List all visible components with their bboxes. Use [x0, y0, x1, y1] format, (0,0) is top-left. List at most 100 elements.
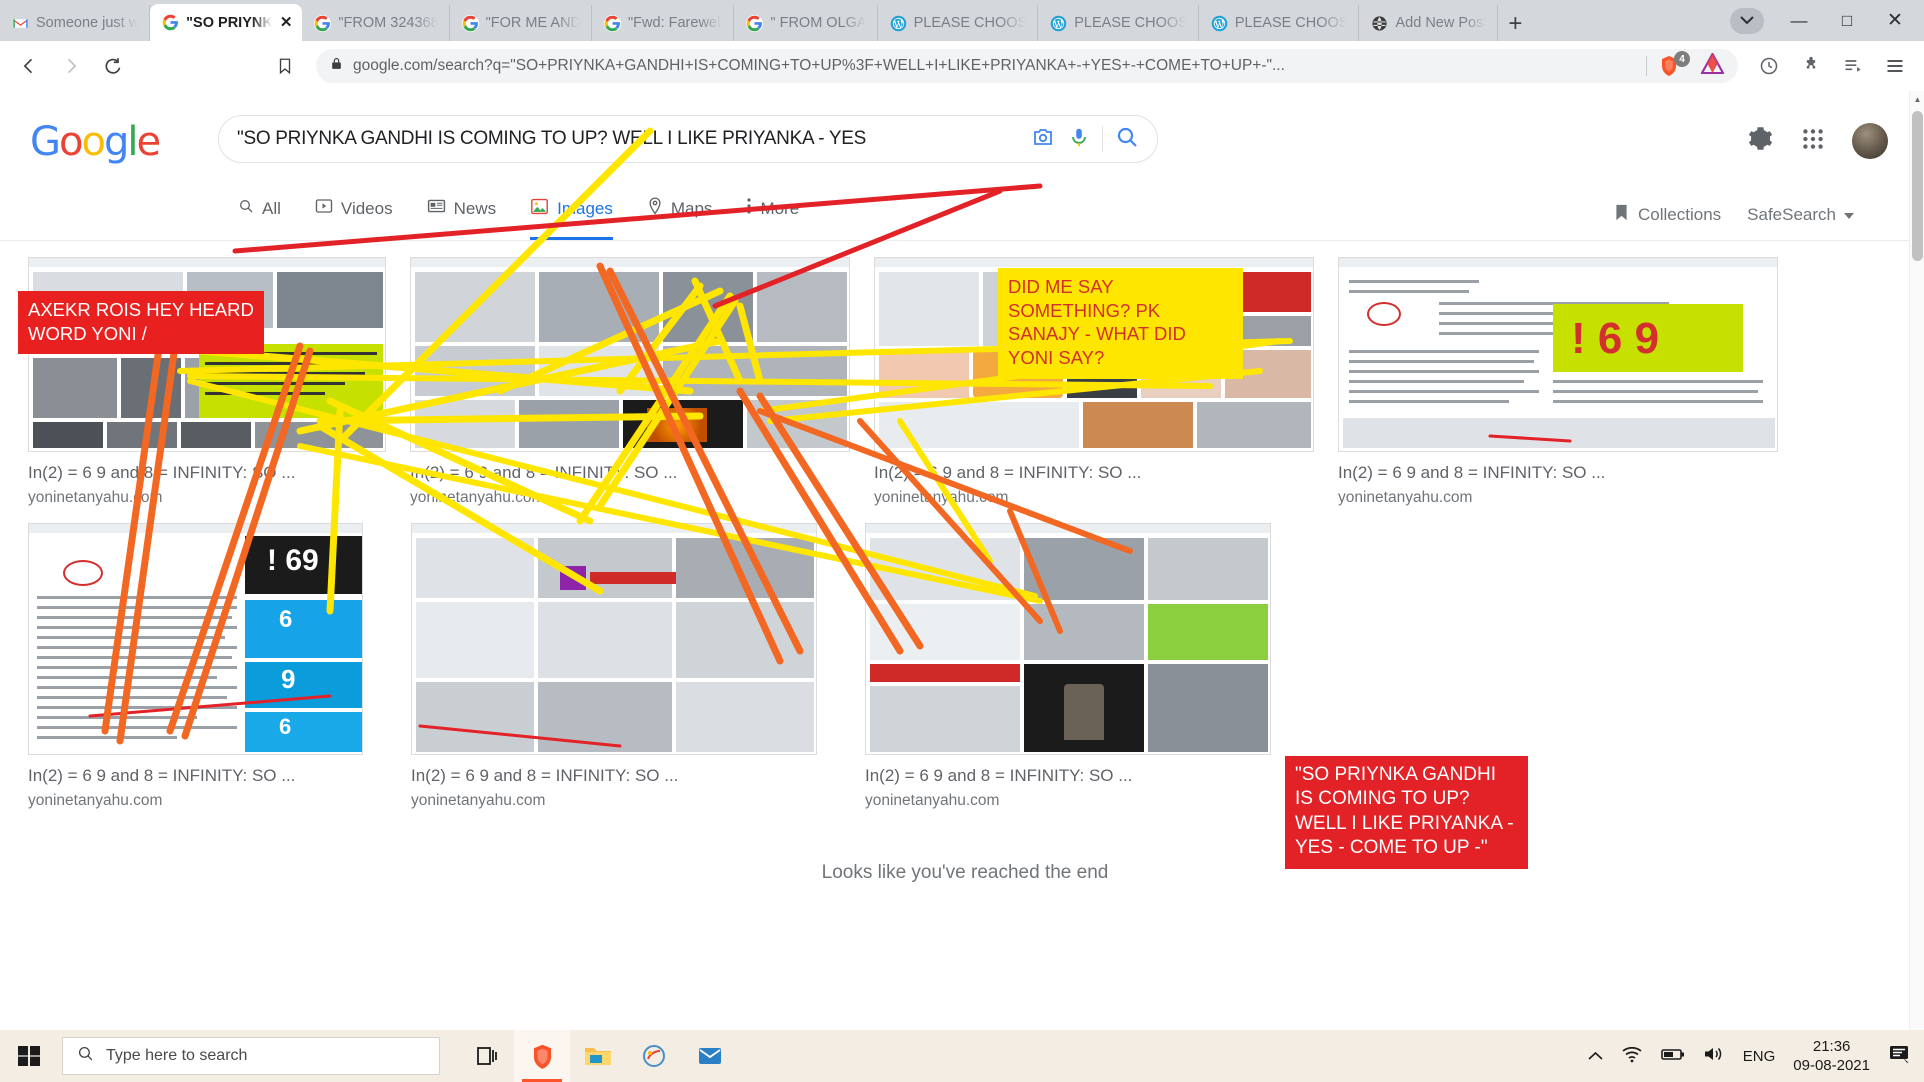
notification-icon[interactable]	[1888, 1043, 1912, 1069]
chevron-down-icon[interactable]	[1730, 7, 1764, 34]
result-title[interactable]: In(2) = 6 9 and 8 = INFINITY: SO ...	[28, 766, 363, 786]
result-thumbnail[interactable]: ! 6 9	[1338, 257, 1778, 452]
result-title[interactable]: In(2) = 6 9 and 8 = INFINITY: SO ...	[28, 463, 386, 483]
divider	[1102, 126, 1103, 152]
result-thumbnail[interactable]	[411, 523, 817, 755]
reading-list-icon[interactable]	[1834, 47, 1872, 85]
paint-icon[interactable]	[626, 1030, 682, 1082]
search-input[interactable]: "SO PRIYNKA GANDHI IS COMING TO UP? WELL…	[237, 128, 1018, 150]
address-bar[interactable]: google.com/search?q="SO+PRIYNKA+GANDHI+I…	[316, 49, 1738, 83]
gear-icon[interactable]	[1747, 125, 1774, 157]
tab-videos[interactable]: Videos	[315, 189, 393, 240]
menu-icon[interactable]	[1876, 47, 1914, 85]
browser-tab[interactable]: PLEASE CHOOS	[1199, 5, 1360, 41]
google-logo[interactable]: Google	[30, 119, 161, 165]
browser-tab[interactable]: Add New Post	[1359, 5, 1499, 41]
result-domain: yoninetanyahu.com	[28, 489, 163, 506]
safesearch-button[interactable]: SafeSearch	[1747, 205, 1854, 225]
globe-icon	[1371, 15, 1388, 32]
tab-more[interactable]: More	[746, 189, 799, 240]
avatar[interactable]	[1852, 123, 1888, 159]
image-result-card[interactable]: In(2) = 6 9 and 8 = INFINITY: SO ... yon…	[410, 257, 850, 507]
file-explorer-icon[interactable]	[570, 1030, 626, 1082]
close-window-button[interactable]: ✕	[1872, 0, 1918, 41]
image-result-card[interactable]: In(2) = 6 9 and 8 = INFINITY: SO ... yon…	[865, 523, 1271, 810]
page-scrollbar[interactable]: ▲ ▼	[1909, 91, 1924, 1051]
search-box[interactable]: "SO PRIYNKA GANDHI IS COMING TO UP? WELL…	[218, 115, 1158, 163]
image-result-card[interactable]: ! 6 9 In(2) = 6 9 and 8 = INFINITY: SO .…	[1338, 257, 1778, 507]
tab-images[interactable]: Images	[530, 189, 613, 240]
result-title[interactable]: In(2) = 6 9 and 8 = INFINITY: SO ...	[410, 463, 850, 483]
browser-tab[interactable]: Someone just w	[0, 5, 151, 41]
result-thumbnail[interactable]: ! 69 6 9 6	[28, 523, 363, 755]
scroll-up-icon[interactable]: ▲	[1910, 91, 1924, 107]
result-title[interactable]: In(2) = 6 9 and 8 = INFINITY: SO ...	[1338, 463, 1778, 483]
windows-logo-icon[interactable]	[0, 1030, 58, 1082]
result-domain: yoninetanyahu.com	[865, 792, 1000, 809]
thumbnail-number: 6	[279, 714, 292, 739]
result-thumbnail[interactable]	[28, 257, 386, 452]
task-view-icon[interactable]	[458, 1030, 514, 1082]
brave-rewards-icon[interactable]	[1700, 51, 1725, 79]
logo-letter: G	[30, 119, 61, 165]
search-icon[interactable]	[1115, 125, 1139, 154]
browser-tab[interactable]: " FROM OLGA	[734, 5, 878, 41]
brave-icon[interactable]	[514, 1030, 570, 1082]
extensions-icon[interactable]	[1792, 47, 1830, 85]
speaker-icon[interactable]	[1703, 1045, 1725, 1067]
collections-label: Collections	[1638, 205, 1722, 224]
bookmark-icon[interactable]	[266, 47, 304, 85]
history-icon[interactable]	[1750, 47, 1788, 85]
result-title[interactable]: In(2) = 6 9 and 8 = INFINITY: SO ...	[865, 766, 1271, 786]
scrollbar-thumb[interactable]	[1912, 111, 1923, 261]
maximize-button[interactable]: □	[1824, 0, 1870, 41]
browser-tab-title: "FOR ME AND	[485, 15, 582, 31]
camera-icon[interactable]	[1030, 125, 1056, 154]
collections-button[interactable]: Collections	[1613, 203, 1721, 227]
end-of-results-note: Looks like you've reached the end	[821, 862, 1109, 883]
browser-tab-active[interactable]: "SO PRIYNK ✕	[150, 4, 303, 41]
tab-all[interactable]: All	[238, 189, 281, 240]
google-icon	[604, 14, 622, 32]
wifi-icon[interactable]	[1621, 1045, 1643, 1067]
tab-label: Images	[557, 198, 613, 218]
browser-tab-strip: Someone just w "SO PRIYNK ✕ "FROM 324368…	[0, 0, 1924, 41]
taskbar-search-input[interactable]: Type here to search	[62, 1037, 440, 1075]
minimize-button[interactable]: —	[1776, 0, 1822, 41]
reload-icon[interactable]	[94, 47, 132, 85]
tab-news[interactable]: News	[427, 189, 497, 240]
result-title[interactable]: In(2) = 6 9 and 8 = INFINITY: SO ...	[411, 766, 817, 786]
result-title[interactable]: In(2) = 6 9 and 8 = INFINITY: SO ...	[874, 463, 1314, 483]
browser-tab-title: "Fwd: Farewell	[628, 15, 724, 31]
google-icon	[314, 14, 332, 32]
logo-letter: g	[103, 119, 129, 165]
browser-tab-title: " FROM OLGA	[770, 15, 867, 31]
back-icon[interactable]	[10, 47, 48, 85]
browser-tab[interactable]: PLEASE CHOOS	[1038, 5, 1199, 41]
clock[interactable]: 21:36 09-08-2021	[1793, 1037, 1870, 1076]
apps-grid-icon[interactable]	[1800, 126, 1826, 157]
browser-tab-title: PLEASE CHOOS	[1234, 15, 1349, 31]
result-thumbnail[interactable]	[410, 257, 850, 452]
close-icon[interactable]: ✕	[280, 15, 293, 30]
tab-label: News	[453, 198, 497, 218]
microphone-icon[interactable]	[1068, 125, 1090, 154]
result-thumbnail[interactable]	[865, 523, 1271, 755]
language-indicator[interactable]: ENG	[1743, 1048, 1776, 1065]
shield-count-badge: 4	[1674, 51, 1690, 67]
google-icon	[746, 14, 764, 32]
tab-maps[interactable]: Maps	[647, 189, 712, 240]
safesearch-label: SafeSearch	[1747, 205, 1836, 224]
image-result-card[interactable]: In(2) = 6 9 and 8 = INFINITY: SO ... yon…	[411, 523, 817, 810]
brave-shield-icon[interactable]: 4	[1657, 51, 1690, 78]
logo-letter: e	[136, 119, 161, 165]
browser-tab[interactable]: "FOR ME AND	[450, 5, 593, 41]
browser-tab[interactable]: PLEASE CHOOS	[878, 5, 1039, 41]
browser-tab[interactable]: "Fwd: Farewell	[592, 5, 735, 41]
image-result-card[interactable]: ! 69 6 9 6 In(2) = 6 9 and 8 = INFINITY:…	[28, 523, 363, 810]
browser-tab[interactable]: "FROM 324368	[302, 5, 450, 41]
mail-icon[interactable]	[682, 1030, 738, 1082]
battery-icon[interactable]	[1660, 1047, 1685, 1065]
show-hidden-icons-icon[interactable]	[1588, 1048, 1603, 1065]
new-tab-button[interactable]: +	[1498, 7, 1532, 41]
